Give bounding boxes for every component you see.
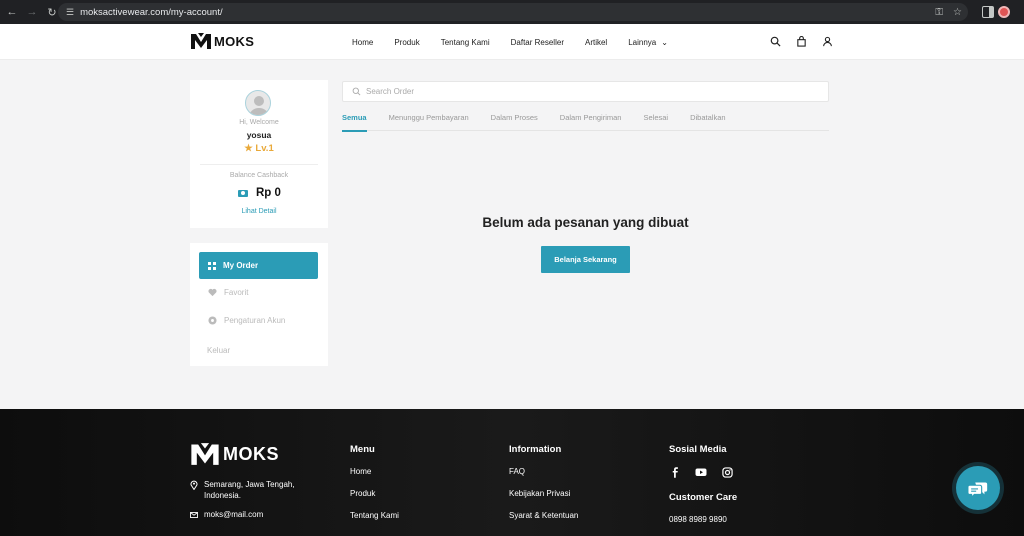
account-menu: My Order Favorit Pengaturan Akun Keluar <box>190 243 328 366</box>
mail-icon <box>190 511 198 518</box>
nav-lainnya-label: Lainnya <box>628 37 657 47</box>
balance-row: Rp 0 <box>238 187 281 199</box>
tab-menunggu-pembayaran[interactable]: Menunggu Pembayaran <box>389 110 469 131</box>
divider <box>200 164 318 165</box>
view-detail-link[interactable]: Lihat Detail <box>190 208 328 215</box>
balance-amount: Rp 0 <box>256 187 281 199</box>
search-order-input[interactable] <box>366 87 806 96</box>
browser-profile-avatar[interactable] <box>998 6 1010 18</box>
email-text[interactable]: moks@mail.com <box>204 510 263 519</box>
user-icon[interactable] <box>822 36 833 47</box>
tab-semua[interactable]: Semua <box>342 110 367 132</box>
nav-tentang-kami[interactable]: Tentang Kami <box>441 38 490 47</box>
youtube-icon[interactable] <box>695 466 707 478</box>
url-text: moksactivewear.com/my-account/ <box>80 6 223 18</box>
chat-button[interactable] <box>956 466 1000 510</box>
avatar <box>245 90 271 116</box>
address-text: Semarang, Jawa Tengah, Indonesia. <box>204 480 295 500</box>
nav-artikel[interactable]: Artikel <box>585 38 607 47</box>
side-panel-icon[interactable] <box>982 6 994 18</box>
footer-care-title: Customer Care <box>669 492 738 503</box>
heart-icon <box>208 288 217 297</box>
back-icon[interactable]: ← <box>2 0 22 24</box>
nav-daftar-reseller[interactable]: Daftar Reseller <box>511 38 564 47</box>
footer-address: Semarang, Jawa Tengah, Indonesia. <box>190 479 304 501</box>
footer-email: moks@mail.com <box>190 510 263 519</box>
facebook-icon[interactable] <box>669 466 681 478</box>
footer-logo[interactable]: MOKS <box>190 441 279 467</box>
footer-social-title: Sosial Media <box>669 444 727 455</box>
moks-logo-mark <box>191 443 219 465</box>
footer-link-syarat-ketentuan[interactable]: Syarat & Ketentuan <box>509 511 578 520</box>
social-links <box>669 466 733 478</box>
empty-orders-message: Belum ada pesanan yang dibuat <box>482 215 689 230</box>
chat-bubble-icon <box>967 482 988 499</box>
level-text: Lv.1 <box>255 143 274 154</box>
nav-home[interactable]: Home <box>352 38 373 47</box>
tab-dalam-pengiriman[interactable]: Dalam Pengiriman <box>560 110 622 131</box>
site-info-icon[interactable]: ☰ <box>66 7 74 18</box>
bookmark-star-icon[interactable]: ☆ <box>953 7 962 18</box>
brand-logo[interactable]: MOKS <box>190 32 254 50</box>
profile-card: Hi, Welcome yosua ★ Lv.1 Balance Cashbac… <box>190 80 328 228</box>
balance-label: Balance Cashback <box>229 172 289 179</box>
menu-favorit[interactable]: Favorit <box>208 288 248 297</box>
brand-name: MOKS <box>214 33 255 49</box>
greeting-text: Hi, Welcome <box>239 119 279 126</box>
cash-icon <box>238 189 248 197</box>
site-footer: MOKS Semarang, Jawa Tengah, Indonesia. m… <box>0 409 1024 536</box>
settings-icon <box>208 316 217 325</box>
location-pin-icon <box>190 480 198 490</box>
footer-brand-name: MOKS <box>223 443 279 464</box>
site-header: MOKS Home Produk Tentang Kami Daftar Res… <box>0 24 1024 60</box>
footer-link-tentang-kami[interactable]: Tentang Kami <box>350 511 399 520</box>
default-avatar-icon <box>249 96 269 115</box>
footer-menu-title: Menu <box>350 444 375 455</box>
shop-now-button[interactable]: Belanja Sekarang <box>541 246 630 273</box>
tab-dalam-proses[interactable]: Dalam Proses <box>491 110 538 131</box>
footer-link-home[interactable]: Home <box>350 467 371 476</box>
order-search <box>342 81 829 102</box>
footer-phone[interactable]: 0898 8989 9890 <box>669 515 727 524</box>
address-bar[interactable]: ☰ moksactivewear.com/my-account/ ⚿ ☆ <box>58 3 968 21</box>
grid-icon <box>208 261 216 270</box>
star-icon: ★ <box>244 143 253 154</box>
order-status-tabs: Semua Menunggu Pembayaran Dalam Proses D… <box>342 110 829 132</box>
nav-lainnya[interactable]: Lainnya ⌄ <box>628 38 668 47</box>
username: yosua <box>246 130 272 140</box>
menu-pengaturan-akun[interactable]: Pengaturan Akun <box>208 316 285 325</box>
footer-link-faq[interactable]: FAQ <box>509 467 525 476</box>
tab-selesai[interactable]: Selesai <box>643 110 668 131</box>
member-level: ★ Lv.1 <box>190 143 328 154</box>
menu-my-order-label: My Order <box>223 261 259 270</box>
logout-link[interactable]: Keluar <box>207 346 230 355</box>
password-key-icon[interactable]: ⚿ <box>935 7 943 18</box>
instagram-icon[interactable] <box>721 466 733 478</box>
moks-logo-mark <box>191 33 211 49</box>
footer-link-kebijakan-privasi[interactable]: Kebijakan Privasi <box>509 489 570 498</box>
bag-icon[interactable] <box>796 36 807 47</box>
footer-info-title: Information <box>509 444 562 455</box>
browser-toolbar: ← → ↻ ☰ moksactivewear.com/my-account/ ⚿… <box>0 0 1024 24</box>
tab-dibatalkan[interactable]: Dibatalkan <box>690 110 725 131</box>
main-nav: Home Produk Tentang Kami Daftar Reseller… <box>352 24 689 60</box>
header-actions <box>770 36 833 47</box>
footer-link-produk[interactable]: Produk <box>350 489 375 498</box>
nav-produk[interactable]: Produk <box>394 38 419 47</box>
search-icon[interactable] <box>770 36 781 47</box>
search-icon <box>352 87 361 96</box>
menu-my-order[interactable]: My Order <box>199 252 318 279</box>
chevron-down-icon: ⌄ <box>661 37 668 47</box>
menu-pengaturan-akun-label: Pengaturan Akun <box>224 316 286 325</box>
forward-icon[interactable]: → <box>22 0 42 24</box>
menu-favorit-label: Favorit <box>224 288 249 297</box>
